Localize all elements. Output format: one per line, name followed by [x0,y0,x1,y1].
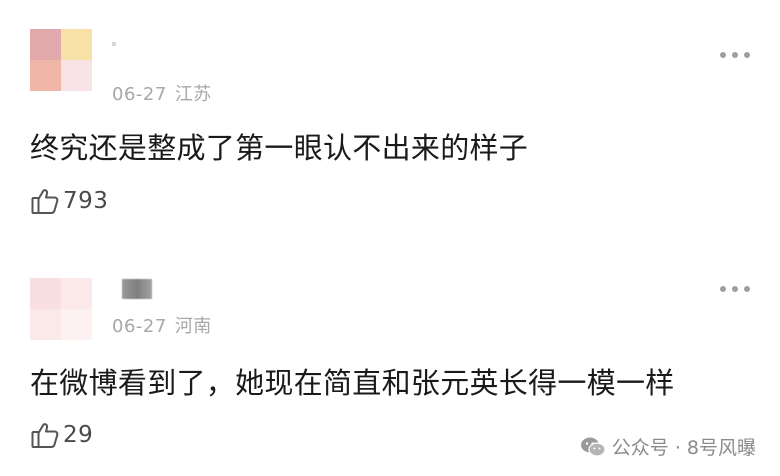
like-button[interactable]: 29 [30,419,93,451]
more-dots-icon [720,286,726,292]
comment-meta: 06-27 江苏 [112,80,212,106]
avatar-tile [61,309,92,340]
username-redacted[interactable] [122,279,152,299]
watermark-label: 公众号 · 8号风曝 [611,437,756,459]
avatar-tile [30,29,61,60]
more-dots-icon [720,52,726,58]
avatar-tile [61,278,92,309]
avatar-tile [30,60,61,91]
avatar-tile [30,278,61,309]
more-dots-icon [732,52,738,58]
username-redacted[interactable] [112,42,116,46]
like-button[interactable]: 793 [30,185,108,217]
avatar-tile [61,29,92,60]
avatar[interactable] [30,278,92,340]
comment-region: 江苏 [174,84,212,105]
more-options-button[interactable] [720,285,750,293]
avatar[interactable] [30,29,92,91]
comment-date: 06-27 [112,84,167,105]
like-count: 29 [63,422,94,448]
comment-item: 06-27 江苏 终究还是整成了第一眼认不出来的样子 793 [0,0,780,240]
more-dots-icon [744,52,750,58]
more-dots-icon [744,286,750,292]
avatar-tile [30,309,61,340]
comment-text: 在微博看到了，她现在简直和张元英长得一模一样 [30,366,675,400]
comment-date: 06-27 [112,316,167,337]
thumbs-up-icon [31,189,59,214]
thumbs-up-icon [31,423,59,448]
avatar-tile [61,60,92,91]
comment-text: 终究还是整成了第一眼认不出来的样子 [30,131,529,165]
comment-meta: 06-27 河南 [112,312,212,338]
wechat-icon [580,437,606,457]
more-dots-icon [732,286,738,292]
more-options-button[interactable] [720,51,750,59]
like-count: 793 [63,188,109,214]
comment-region: 河南 [174,316,212,337]
watermark: 公众号 · 8号风曝 [580,433,756,460]
